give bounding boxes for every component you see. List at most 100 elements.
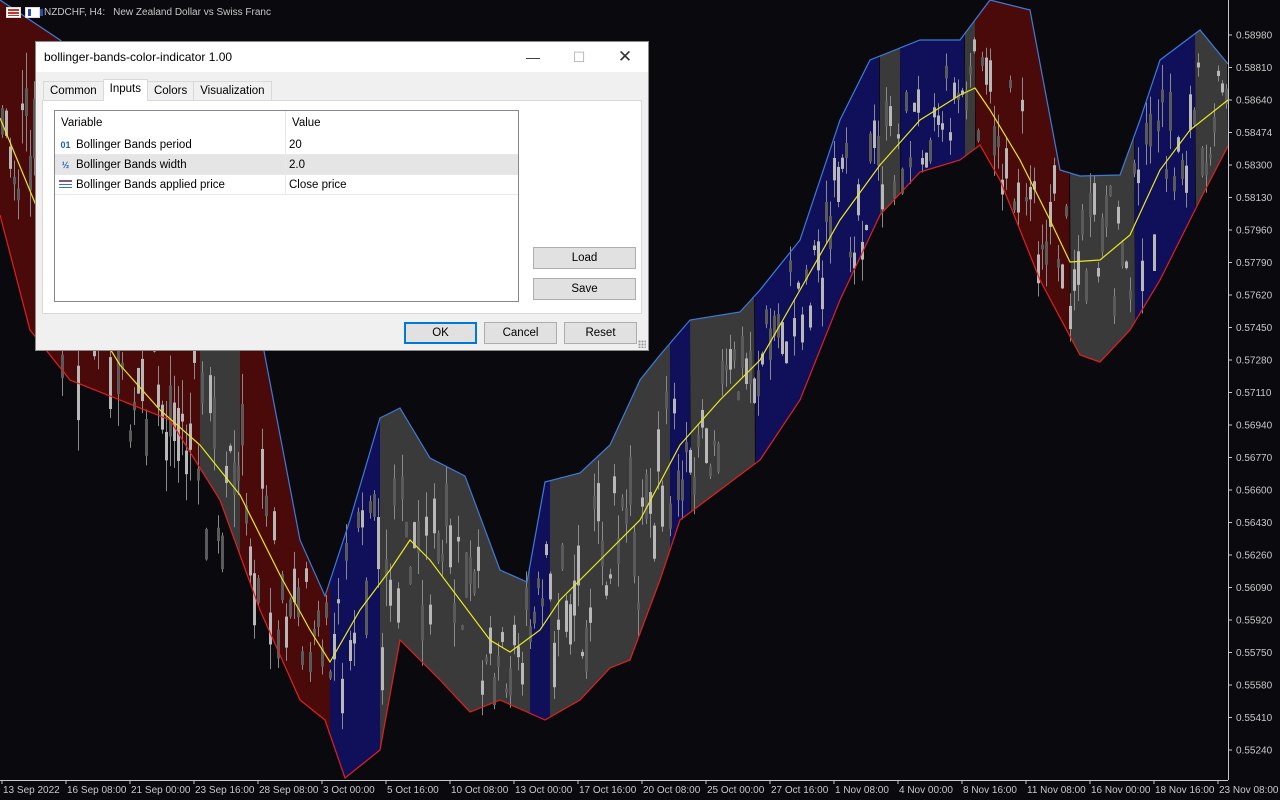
candle-body: [881, 184, 884, 210]
candle-body: [117, 345, 120, 395]
candle-body: [377, 517, 380, 570]
ok-button[interactable]: OK: [404, 322, 477, 344]
candle-body: [977, 130, 980, 141]
candle-body: [1221, 83, 1224, 93]
candle-body: [593, 496, 596, 509]
candle-body: [569, 604, 572, 645]
candle-body: [29, 155, 32, 191]
candle-body: [429, 604, 432, 625]
candle-body: [785, 341, 788, 364]
indicator-properties-dialog: bollinger-bands-color-indicator 1.00 — ☐…: [35, 41, 649, 351]
value-cell[interactable]: 20: [286, 135, 518, 154]
candle-body: [1025, 197, 1028, 202]
candle-body: [1053, 165, 1056, 194]
candle-body: [877, 135, 880, 166]
candle-body: [657, 429, 660, 472]
candle-body: [1149, 113, 1152, 147]
candle-body: [141, 358, 144, 402]
candle-body: [741, 335, 744, 369]
column-header-variable[interactable]: Variable: [55, 111, 286, 135]
candle-body: [1073, 269, 1076, 291]
chart-symbol-icon[interactable]: [25, 7, 43, 18]
price-label: 0.57960: [1236, 226, 1273, 237]
time-label: 21 Sep 00:00: [131, 785, 191, 796]
maximize-button[interactable]: ☐: [556, 42, 602, 72]
candle-body: [621, 497, 624, 508]
candle-body: [369, 501, 372, 514]
candle-body: [765, 309, 768, 325]
candle-body: [653, 525, 656, 559]
tab-common[interactable]: Common: [43, 81, 104, 100]
candle-body: [1137, 169, 1140, 184]
candle-body: [797, 282, 800, 289]
dialog-titlebar[interactable]: bollinger-bands-color-indicator 1.00 — ☐…: [36, 42, 648, 72]
candle-body: [601, 540, 604, 567]
price-label: 0.57790: [1236, 258, 1273, 269]
column-header-value[interactable]: Value: [286, 111, 518, 135]
candle-body: [213, 397, 216, 449]
candle-body: [1141, 260, 1144, 292]
candle-body: [1105, 195, 1108, 228]
candle-body: [441, 553, 444, 562]
candle-body: [645, 474, 648, 519]
candle-body: [597, 483, 600, 522]
candle-body: [197, 468, 200, 481]
candle-body: [1189, 94, 1192, 130]
candle-body: [457, 536, 460, 542]
candle-body: [637, 602, 640, 611]
time-label: 3 Oct 00:00: [323, 785, 375, 796]
candle-body: [157, 384, 160, 408]
reset-button[interactable]: Reset: [564, 322, 637, 344]
candle-body: [1029, 186, 1032, 200]
candle-body: [461, 625, 464, 630]
price-label: 0.57280: [1236, 356, 1273, 367]
minimize-button[interactable]: —: [510, 42, 556, 72]
tab-visualization[interactable]: Visualization: [193, 81, 272, 100]
chart-symbol-label: NZDCHF, H4:: [44, 7, 106, 18]
candle-body: [829, 215, 832, 250]
value-cell[interactable]: 2.0: [286, 155, 518, 174]
close-button[interactable]: ✕: [602, 42, 648, 72]
table-row[interactable]: ½ Bollinger Bands width 2.0: [55, 155, 518, 175]
candle-body: [325, 602, 328, 618]
candle-body: [217, 527, 220, 542]
price-label: 0.55920: [1236, 616, 1273, 627]
time-label: 16 Sep 08:00: [67, 785, 127, 796]
chart-description: New Zealand Dollar vs Swiss Franc: [113, 7, 271, 18]
chart-menu-icon[interactable]: [6, 7, 21, 18]
candle-body: [521, 662, 524, 685]
candle-body: [605, 585, 608, 596]
candle-body: [713, 440, 716, 446]
price-label: 0.58810: [1236, 63, 1273, 74]
price-label: 0.58130: [1236, 193, 1273, 204]
candle-body: [365, 580, 368, 635]
candle-body: [581, 651, 584, 657]
candle-body: [665, 391, 668, 409]
time-label: 17 Oct 16:00: [579, 785, 637, 796]
candle-body: [289, 599, 292, 617]
value-cell[interactable]: Close price: [286, 175, 518, 194]
candle-body: [381, 647, 384, 691]
cancel-button[interactable]: Cancel: [484, 322, 557, 344]
candle-body: [793, 318, 796, 337]
resize-grip-icon[interactable]: [638, 340, 646, 348]
candle-body: [913, 102, 916, 112]
candle-body: [349, 640, 352, 662]
candle-body: [269, 612, 272, 645]
save-button[interactable]: Save: [533, 278, 636, 300]
tab-colors[interactable]: Colors: [146, 81, 195, 100]
table-row[interactable]: Bollinger Bands applied price Close pric…: [55, 175, 518, 195]
candle-body: [61, 354, 64, 378]
table-row[interactable]: 01 Bollinger Bands period 20: [55, 135, 518, 155]
candle-body: [1005, 148, 1008, 179]
price-label: 0.57110: [1236, 388, 1272, 399]
candle-body: [737, 391, 740, 400]
candle-body: [709, 466, 712, 477]
candle-body: [1145, 122, 1148, 145]
candle-body: [1153, 234, 1156, 271]
tab-inputs[interactable]: Inputs: [102, 79, 148, 101]
load-button[interactable]: Load: [533, 247, 636, 269]
candle-body: [725, 364, 728, 371]
variable-name: Bollinger Bands width: [76, 158, 187, 171]
time-label: 25 Oct 00:00: [707, 785, 765, 796]
